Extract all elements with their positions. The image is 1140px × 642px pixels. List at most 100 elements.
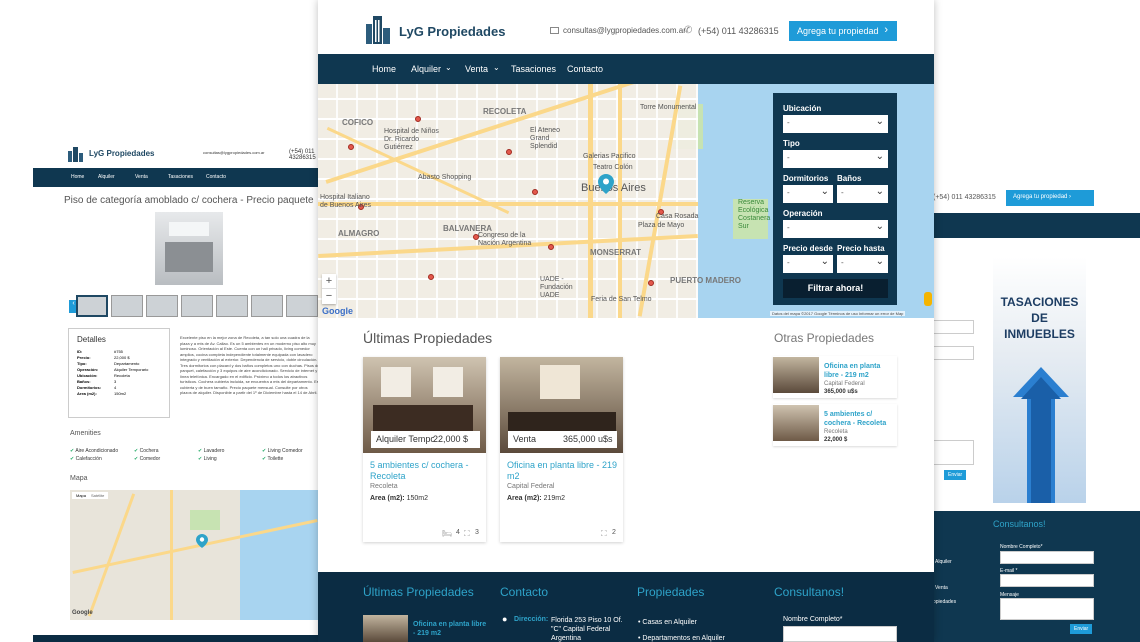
detail-key: Dormitorios:	[77, 385, 101, 390]
left-nav-alquiler[interactable]: Alquiler	[98, 174, 115, 180]
nav-venta[interactable]: Venta	[465, 64, 488, 74]
footer-latest-thumb[interactable]	[363, 615, 408, 642]
nav-contacto[interactable]: Contacto	[567, 64, 603, 74]
left-thumb[interactable]	[251, 295, 283, 317]
left-nav-tasaciones[interactable]: Tasaciones	[168, 174, 193, 180]
right-form-field[interactable]	[933, 320, 974, 334]
other-thumb[interactable]	[773, 405, 819, 441]
left-brand-name: LyG Propiedades	[89, 149, 155, 158]
nav-home[interactable]: Home	[372, 64, 396, 74]
detail-key: Ubicación:	[77, 373, 98, 378]
precio-desde-select[interactable]: -	[783, 255, 833, 273]
map-label: Plaza de Mayo	[638, 222, 685, 229]
map-label: Feria de San Telmo	[591, 296, 652, 303]
map-label: Congreso de la Nación Argentina	[478, 232, 532, 247]
tasaciones-banner[interactable]: TASACIONES DE INMUEBLES	[993, 257, 1086, 503]
right-footer-link[interactable]: Venta	[935, 585, 948, 591]
left-map-title: Mapa	[70, 475, 88, 482]
map-label: Casa Rosada	[656, 213, 699, 220]
left-main-photo	[155, 212, 223, 285]
ubicacion-select[interactable]: -	[783, 115, 888, 133]
other-title[interactable]: Oficina en planta libre - 219 m2	[824, 362, 896, 380]
arrow-building-icon	[1011, 367, 1071, 503]
other-item[interactable]: Oficina en planta libre - 219 m2 Capital…	[773, 356, 897, 398]
left-map-tab-satelite[interactable]: Satélite	[87, 492, 109, 499]
footer-prop-link[interactable]: • Casas en Alquiler	[638, 619, 697, 626]
property-baths: 3	[475, 529, 479, 536]
map-marker-icon[interactable]	[598, 174, 614, 194]
operacion-select[interactable]: -	[783, 220, 888, 238]
footer-latest-item[interactable]: Oficina en planta libre - 219 m2	[413, 620, 489, 638]
left-email: consultas@lygpropiedades.com.ar	[203, 150, 265, 155]
property-location: Recoleta	[370, 483, 398, 490]
property-area-label: Area (m2):	[370, 495, 405, 502]
other-thumb[interactable]	[773, 357, 819, 393]
left-thumb[interactable]	[181, 295, 213, 317]
property-area-label: Area (m2):	[507, 495, 542, 502]
nav-alquiler[interactable]: Alquiler	[411, 64, 441, 74]
property-title[interactable]: 5 ambientes c/ cochera - Recoleta	[370, 460, 482, 482]
right-cta-button[interactable]: Agrega tu propiedad ›	[1006, 190, 1094, 206]
filter-submit-button[interactable]: Filtrar ahora!	[783, 279, 888, 298]
left-thumb[interactable]	[111, 295, 143, 317]
main-map[interactable]: Torre Monumental El Ateneo Grand Splendi…	[318, 84, 934, 318]
property-title[interactable]: Oficina en planta libre - 219 m2	[507, 460, 619, 482]
footer-props-title: Propiedades	[637, 585, 705, 599]
right-footer-name-label: Nombre Completo*	[1000, 544, 1043, 550]
left-nav-home[interactable]: Home	[71, 174, 84, 180]
latest-title: Últimas Propiedades	[363, 330, 493, 346]
bath-icon: ⛶	[464, 529, 470, 538]
right-footer-send-button[interactable]: Enviar	[1070, 624, 1093, 634]
right-footer-message-input[interactable]	[1000, 598, 1094, 620]
tipo-select[interactable]: -	[783, 150, 888, 168]
footer-prop-link-label: Departamentos en Alquiler	[642, 635, 725, 642]
detail-val: 150m2	[114, 391, 127, 396]
bath-icon: ⛶	[601, 529, 607, 538]
footer-prop-link[interactable]: • Departamentos en Alquiler	[638, 635, 725, 642]
zoom-in-button[interactable]: +	[322, 274, 336, 289]
banos-select[interactable]: -	[837, 185, 888, 203]
pegman-icon[interactable]	[924, 292, 932, 306]
left-map[interactable]: Mapa Satélite Google	[70, 490, 320, 620]
left-thumb[interactable]	[146, 295, 178, 317]
left-thumb[interactable]	[76, 295, 108, 317]
header-email[interactable]: consultas@lygpropiedades.com.ar	[563, 26, 686, 35]
left-thumb[interactable]	[216, 295, 248, 317]
search-panel: Ubicación - Tipo - Dormitorios Baños - -…	[773, 93, 897, 305]
precio-hasta-select[interactable]: -	[837, 255, 888, 273]
right-send-button[interactable]: Enviar	[944, 470, 967, 480]
logo-icon[interactable]	[365, 16, 391, 44]
property-card[interactable]: Venta 365,000 u$s Oficina en planta libr…	[500, 357, 623, 542]
left-nav-contacto[interactable]: Contacto	[206, 174, 226, 180]
left-thumb[interactable]	[286, 295, 318, 317]
right-form-field[interactable]	[933, 346, 974, 360]
map-label: ALMAGRO	[338, 229, 380, 238]
right-footer-link[interactable]: opiedades	[933, 599, 956, 605]
left-logo-icon	[67, 147, 83, 162]
add-property-button[interactable]: Agrega tu propiedad ›	[789, 21, 897, 41]
other-location: Recoleta	[824, 429, 848, 435]
dormitorios-select[interactable]: -	[783, 185, 833, 203]
chevron-right-icon: ›	[884, 24, 888, 36]
right-footer-name-input[interactable]	[1000, 551, 1094, 564]
left-nav-venta[interactable]: Venta	[135, 174, 148, 180]
location-pin-icon: ●	[502, 614, 508, 624]
property-baths: 2	[612, 529, 616, 536]
brand-name[interactable]: LyG Propiedades	[399, 24, 505, 39]
map-label: UADE - Fundación UADE	[540, 276, 573, 299]
right-footer-link[interactable]: Alquiler	[935, 559, 952, 565]
footer-address-label: Dirección:	[514, 616, 549, 623]
left-details-list: ID: #755 Precio: 22,000 $ Tipo: Departam…	[77, 349, 167, 397]
right-form-textarea[interactable]	[933, 440, 974, 465]
other-title[interactable]: 5 ambientes c/ cochera - Recoleta	[824, 410, 896, 428]
footer-name-input[interactable]	[783, 626, 897, 642]
zoom-control: + −	[322, 274, 336, 304]
right-footer-email-input[interactable]	[1000, 574, 1094, 587]
map-attribution: Datos del mapa ©2017 Google Términos de …	[770, 311, 906, 316]
zoom-out-button[interactable]: −	[322, 289, 336, 304]
left-map-marker-icon[interactable]	[196, 534, 208, 548]
other-item[interactable]: 5 ambientes c/ cochera - Recoleta Recole…	[773, 404, 897, 446]
nav-tasaciones[interactable]: Tasaciones	[511, 64, 556, 74]
tipo-label: Tipo	[783, 139, 800, 148]
property-card[interactable]: Alquiler Tempo 22,000 $ 5 ambientes c/ c…	[363, 357, 486, 542]
